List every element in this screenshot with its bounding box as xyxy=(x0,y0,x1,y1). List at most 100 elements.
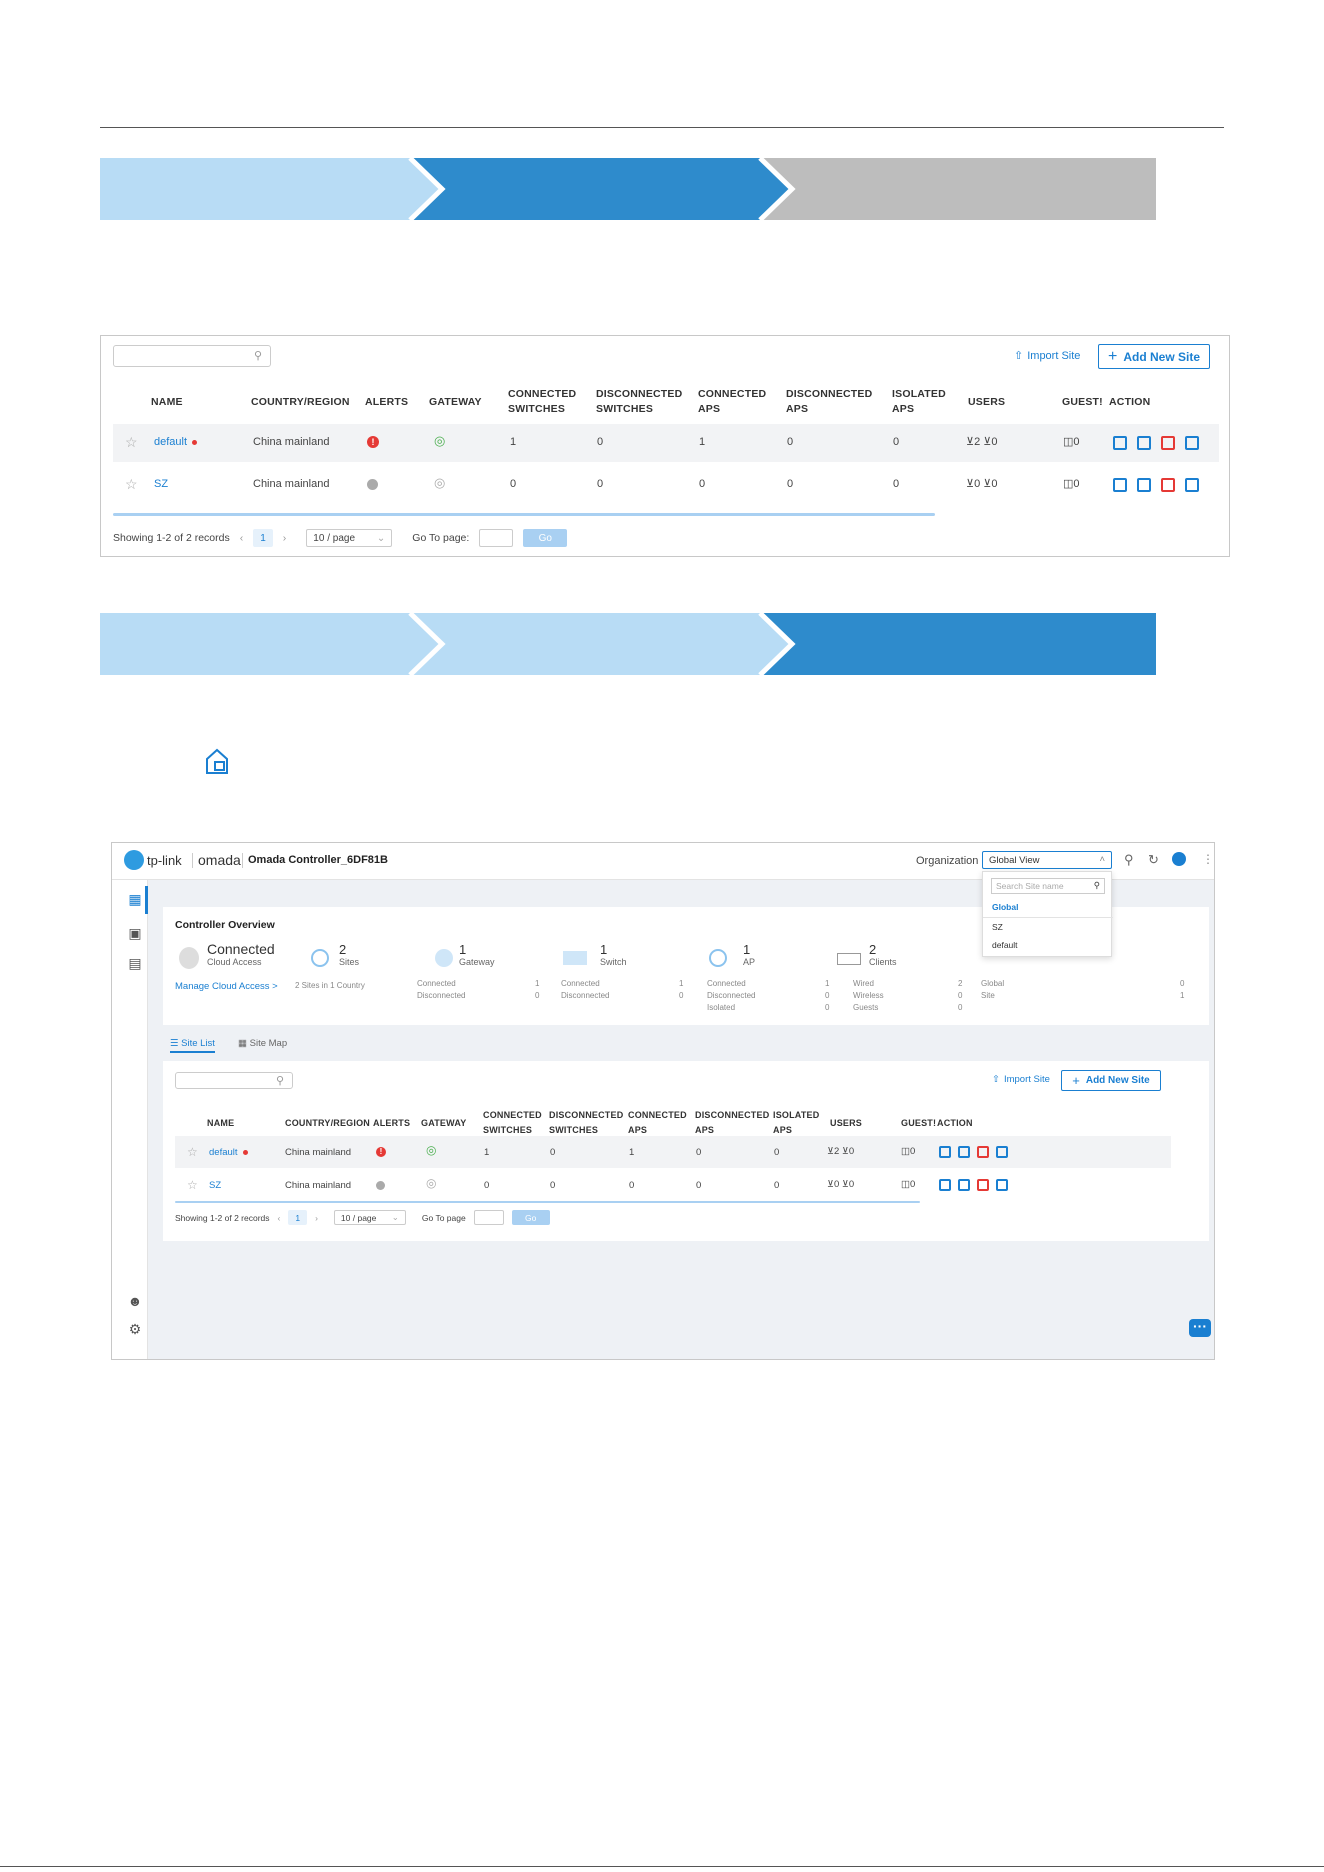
organization-select[interactable]: Global View ˄ xyxy=(982,851,1112,869)
isolated-aps-cell: 0 xyxy=(893,478,900,490)
page-size-select[interactable]: 10 / page ⌄ xyxy=(306,529,393,547)
manage-site-icon[interactable] xyxy=(996,1179,1008,1191)
col-connected-switches[interactable]: CONNECTED SWITCHES xyxy=(483,1108,542,1138)
records-summary: Showing 1-2 of 2 records xyxy=(113,532,230,544)
col-guests[interactable]: GUEST! xyxy=(1062,395,1103,410)
prev-page-icon[interactable]: ‹ xyxy=(278,1213,281,1223)
site-name-link[interactable]: SZ xyxy=(154,478,168,490)
manage-cloud-access-link[interactable]: Manage Cloud Access > xyxy=(175,981,278,992)
alert-icon[interactable] xyxy=(376,1181,385,1190)
star-icon[interactable]: ☆ xyxy=(125,476,138,493)
site-name-link[interactable]: SZ xyxy=(209,1180,221,1191)
settings-gear-icon[interactable]: ⚙ xyxy=(126,1320,144,1338)
star-icon[interactable]: ☆ xyxy=(125,434,138,451)
guests-cell: ◫0 xyxy=(901,1146,916,1157)
logs-icon[interactable]: ▤ xyxy=(126,954,144,972)
col-alerts[interactable]: ALERTS xyxy=(373,1116,410,1131)
horizontal-scrollbar[interactable] xyxy=(175,1201,920,1203)
col-country[interactable]: COUNTRY/REGION xyxy=(251,395,350,410)
dashboard-icon[interactable]: ▦ xyxy=(126,890,144,908)
copy-icon[interactable] xyxy=(1137,436,1151,450)
col-disconnected-aps[interactable]: DISCONNECTED APS xyxy=(695,1108,769,1138)
go-button[interactable]: Go xyxy=(511,1210,550,1225)
chat-icon[interactable]: ··· xyxy=(1189,1319,1211,1337)
search-icon[interactable]: ⚲ xyxy=(1124,852,1134,868)
page-size-select[interactable]: 10 / page ⌄ xyxy=(333,1210,406,1225)
col-users[interactable]: USERS xyxy=(968,395,1005,410)
manage-site-icon[interactable] xyxy=(1185,436,1199,450)
col-name[interactable]: NAME xyxy=(207,1116,234,1131)
col-connected-aps[interactable]: CONNECTED APS xyxy=(698,387,766,417)
edit-icon[interactable] xyxy=(1113,436,1127,450)
col-connected-aps[interactable]: CONNECTED APS xyxy=(628,1108,687,1138)
manage-site-icon[interactable] xyxy=(1185,478,1199,492)
page-1-button[interactable]: 1 xyxy=(253,529,273,547)
col-isolated-aps[interactable]: ISOLATED APS xyxy=(892,387,946,417)
globe-icon[interactable]: ◎ xyxy=(426,1143,436,1157)
import-site-link[interactable]: ⇧ Import Site xyxy=(992,1074,1050,1085)
account-icon[interactable]: ☻ xyxy=(126,1292,144,1310)
devices-icon[interactable]: ▣ xyxy=(126,924,144,942)
cloud-user-icon[interactable] xyxy=(1172,852,1186,866)
alert-icon[interactable]: ! xyxy=(376,1147,386,1157)
disconnected-aps-cell: 0 xyxy=(696,1180,702,1191)
star-icon[interactable]: ☆ xyxy=(187,1145,198,1159)
col-guests[interactable]: GUEST! xyxy=(901,1116,936,1131)
col-disconnected-aps[interactable]: DISCONNECTED APS xyxy=(786,387,872,417)
delete-icon[interactable] xyxy=(977,1146,989,1158)
col-users[interactable]: USERS xyxy=(830,1116,862,1131)
copy-icon[interactable] xyxy=(1137,478,1151,492)
page-1-button[interactable]: 1 xyxy=(288,1210,308,1225)
tab-site-map[interactable]: ▦ Site Map xyxy=(238,1038,287,1049)
col-disconnected-switches[interactable]: DISCONNECTED SWITCHES xyxy=(596,387,682,417)
col-name[interactable]: NAME xyxy=(151,395,183,410)
alert-icon[interactable] xyxy=(367,479,378,490)
next-page-icon[interactable]: › xyxy=(283,532,287,544)
col-gateway[interactable]: GATEWAY xyxy=(421,1116,466,1131)
step-banner-top xyxy=(100,158,1156,220)
dropdown-item-sz[interactable]: SZ xyxy=(992,922,1003,932)
col-country[interactable]: COUNTRY/REGION xyxy=(285,1116,370,1131)
edit-icon[interactable] xyxy=(1113,478,1127,492)
tab-site-list[interactable]: ☰ Site List xyxy=(170,1038,215,1053)
prev-page-icon[interactable]: ‹ xyxy=(240,532,244,544)
chevron-down-icon: ⌄ xyxy=(376,532,386,544)
alert-icon[interactable]: ! xyxy=(367,436,379,448)
import-site-link[interactable]: ⇧ Import Site xyxy=(1014,349,1080,363)
refresh-icon[interactable]: ↻ xyxy=(1148,852,1159,868)
site-name-link[interactable]: default xyxy=(154,436,198,448)
go-button[interactable]: Go xyxy=(523,529,568,547)
col-disconnected-switches[interactable]: DISCONNECTED SWITCHES xyxy=(549,1108,623,1138)
horizontal-scrollbar[interactable] xyxy=(113,513,935,516)
site-search-input[interactable]: ⚲ xyxy=(113,345,271,367)
edit-icon[interactable] xyxy=(939,1179,951,1191)
copy-icon[interactable] xyxy=(958,1179,970,1191)
globe-icon[interactable]: ◎ xyxy=(434,433,445,449)
dropdown-item-default[interactable]: default xyxy=(992,940,1018,950)
col-gateway[interactable]: GATEWAY xyxy=(429,395,482,410)
col-connected-switches[interactable]: CONNECTED SWITCHES xyxy=(508,387,576,417)
copy-icon[interactable] xyxy=(958,1146,970,1158)
goto-page-input[interactable] xyxy=(479,529,514,547)
col-isolated-aps[interactable]: ISOLATED APS xyxy=(773,1108,819,1138)
globe-icon[interactable]: ◎ xyxy=(434,475,445,491)
add-new-site-button[interactable]: + Add New Site xyxy=(1061,1070,1161,1091)
delete-icon[interactable] xyxy=(977,1179,989,1191)
delete-icon[interactable] xyxy=(1161,436,1175,450)
manage-site-icon[interactable] xyxy=(996,1146,1008,1158)
delete-icon[interactable] xyxy=(1161,478,1175,492)
dropdown-search-input[interactable]: Search Site name ⚲ xyxy=(991,878,1105,894)
dropdown-item-global[interactable]: Global xyxy=(992,902,1018,912)
col-alerts[interactable]: ALERTS xyxy=(365,395,408,410)
goto-page-input[interactable] xyxy=(473,1210,504,1225)
edit-icon[interactable] xyxy=(939,1146,951,1158)
site-name-link[interactable]: default xyxy=(209,1147,248,1158)
globe-icon[interactable]: ◎ xyxy=(426,1176,436,1190)
star-icon[interactable]: ☆ xyxy=(187,1178,198,1192)
alert-dot xyxy=(242,1149,248,1155)
site-search-input[interactable]: ⚲ xyxy=(175,1072,293,1089)
next-page-icon[interactable]: › xyxy=(315,1213,318,1223)
add-new-site-button[interactable]: + Add New Site xyxy=(1098,344,1210,369)
more-icon[interactable]: ⋮ xyxy=(1202,852,1214,866)
sites-icon xyxy=(311,949,329,967)
